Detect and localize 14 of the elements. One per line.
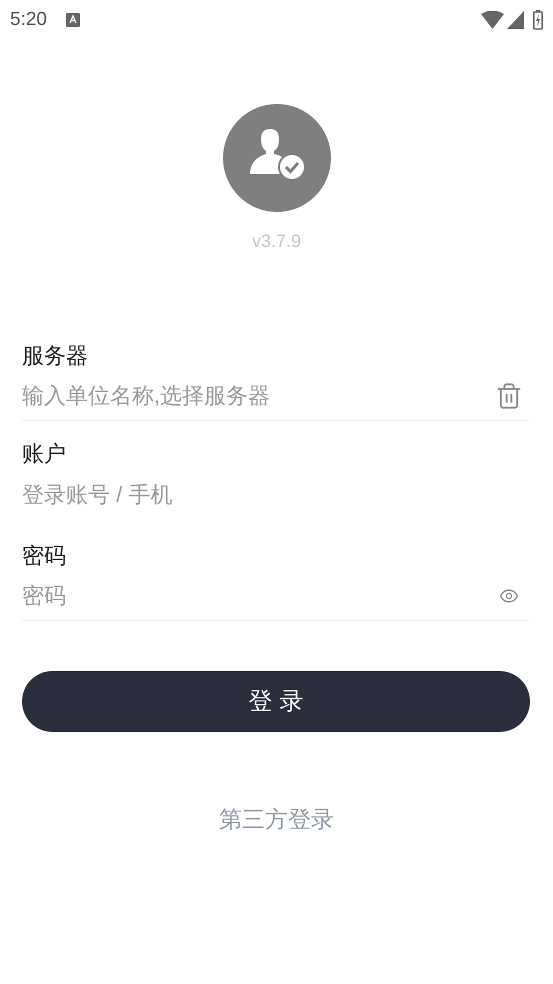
status-time: 5:20 [10,8,47,32]
field-label: 服务器 [22,342,89,370]
login-button[interactable]: 登 录 [22,671,530,732]
battery-icon [533,10,543,30]
signal-icon [507,11,524,29]
wifi-icon [481,11,504,29]
input-field[interactable]: 输入单位名称,选择服务器 [22,379,495,412]
trash-icon[interactable] [495,382,523,410]
input-field[interactable]: 登录账号 / 手机 [22,478,529,510]
field-label: 密码 [22,542,67,570]
field-label: 账户 [22,440,67,468]
keyboard-icon [66,13,80,27]
input-field[interactable]: 密码 [22,579,499,612]
avatar-icon [222,104,330,212]
